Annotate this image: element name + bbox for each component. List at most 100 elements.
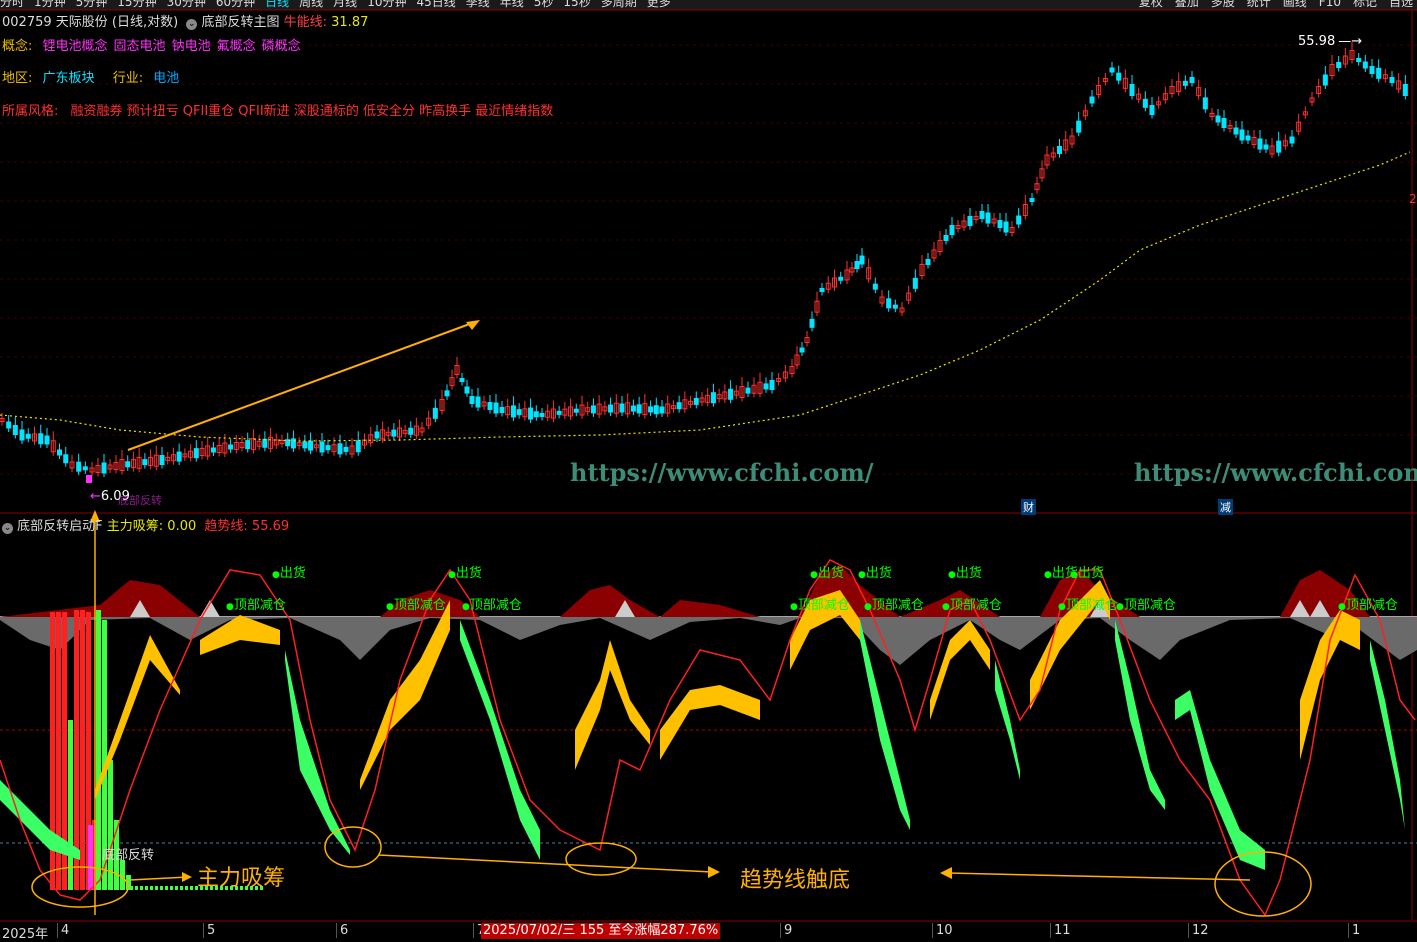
volume-bar xyxy=(120,860,125,890)
reduce-signal: ●顶部减仓 xyxy=(226,598,286,613)
candle-body xyxy=(1116,72,1122,81)
candle-body xyxy=(979,211,985,219)
candle-body xyxy=(872,283,878,290)
volume-bar xyxy=(190,886,193,890)
signal-dot-icon: ● xyxy=(386,602,394,612)
signal-dot-icon: ● xyxy=(864,602,872,612)
reduce-signal: ●顶部减仓 xyxy=(386,598,446,613)
candle-body xyxy=(1322,74,1328,86)
volume-bar xyxy=(88,825,93,890)
candle-body xyxy=(1257,138,1263,150)
event-tag-finance[interactable]: 财 xyxy=(1021,499,1036,515)
volume-bar xyxy=(150,886,153,890)
candle-body xyxy=(819,288,825,292)
volume-bar xyxy=(145,886,148,890)
candle-body xyxy=(374,431,380,439)
candle-body xyxy=(38,433,44,445)
volume-bar xyxy=(80,610,85,890)
candle-body xyxy=(925,259,931,265)
volume-bar xyxy=(155,886,158,890)
signal-dot-icon: ● xyxy=(1070,570,1078,580)
sell-signal: ●出货 xyxy=(858,566,892,581)
candle-body xyxy=(63,454,69,464)
candle-body xyxy=(608,404,614,413)
candle-body xyxy=(630,405,636,412)
s2-label: 趋势线: xyxy=(204,519,248,534)
accumulate-arrow xyxy=(129,876,189,881)
candle-body xyxy=(12,425,18,435)
candle-body xyxy=(676,402,682,410)
candle-body xyxy=(943,235,949,241)
arrow-head-icon xyxy=(940,867,952,879)
volume-bar xyxy=(140,886,143,890)
candle-body xyxy=(228,444,234,450)
bottom-signal-label: 底部反转 xyxy=(102,848,155,863)
timeline-year: 2025年 xyxy=(2,927,49,942)
candle-body xyxy=(1402,84,1408,96)
annotation-accumulate: 主力吸筹 xyxy=(197,866,286,891)
candle-body xyxy=(245,440,251,450)
candle-body xyxy=(710,392,716,404)
candle-body xyxy=(799,347,805,353)
signal-dot-icon: ● xyxy=(858,570,866,580)
trend-arrow xyxy=(127,321,476,451)
candle-body xyxy=(1202,97,1208,110)
candle-body xyxy=(1215,115,1221,123)
signal-dot-icon: ● xyxy=(790,602,798,612)
annotation-trend-bottom: 趋势线触底 xyxy=(740,868,851,893)
event-tag-reduce[interactable]: 减 xyxy=(1218,499,1233,515)
signal-dot-icon: ● xyxy=(1058,602,1066,612)
candle-body xyxy=(459,378,465,382)
candle-body xyxy=(499,407,505,413)
candle-body xyxy=(1356,58,1362,62)
candle-body xyxy=(343,446,349,452)
sub-indicator-name[interactable]: 底部反转启动F xyxy=(17,519,102,534)
candle-body xyxy=(1057,146,1062,154)
candle-body xyxy=(1362,61,1368,69)
candle-body xyxy=(262,438,268,448)
low-marker xyxy=(86,475,92,483)
candle-body xyxy=(556,410,562,415)
candle-body xyxy=(57,449,62,456)
timeline-month: 12 xyxy=(1188,923,1209,938)
reduce-signal: ●顶部减仓 xyxy=(864,598,924,613)
volume-bar xyxy=(165,886,168,890)
candle-body xyxy=(528,407,534,420)
volume-bar xyxy=(180,886,183,890)
candles xyxy=(0,42,1408,477)
candle-body xyxy=(302,441,308,449)
candle-body xyxy=(159,455,165,465)
timeline-month: 5 xyxy=(203,923,215,938)
candle-body xyxy=(838,276,844,281)
sell-signal: ●出货 xyxy=(810,566,844,581)
signal-dot-icon: ● xyxy=(1044,570,1052,580)
candle-body xyxy=(1189,77,1195,83)
timeline-month: 4 xyxy=(57,923,69,938)
signal-dot-icon: ● xyxy=(1338,602,1346,612)
ma-line xyxy=(0,151,1411,442)
sell-signal: ●出货 xyxy=(272,566,306,581)
candle-body xyxy=(728,388,734,400)
candle-body xyxy=(892,304,898,309)
candle-body xyxy=(1245,135,1251,141)
candle-body xyxy=(516,409,522,416)
candle-body xyxy=(1239,129,1245,141)
candle-body xyxy=(1089,96,1095,104)
chevron-down-icon[interactable]: ⌄ xyxy=(2,523,13,534)
candle-body xyxy=(1233,127,1239,135)
candle-body xyxy=(125,461,131,468)
signal-dot-icon: ● xyxy=(226,602,234,612)
high-price-label: 55.98 —→ xyxy=(1298,34,1363,49)
candle-body xyxy=(997,220,1003,228)
candle-body xyxy=(6,421,12,429)
candle-body xyxy=(745,387,751,394)
yellow-ribbon xyxy=(575,640,650,770)
candle-body xyxy=(769,380,775,390)
candle-body xyxy=(636,404,642,414)
candle-body xyxy=(1336,62,1342,68)
candle-body xyxy=(337,443,343,455)
timeline-month: 6 xyxy=(336,923,348,938)
candle-body xyxy=(432,407,438,419)
candle-body xyxy=(1276,140,1282,153)
candle-body xyxy=(408,427,414,435)
